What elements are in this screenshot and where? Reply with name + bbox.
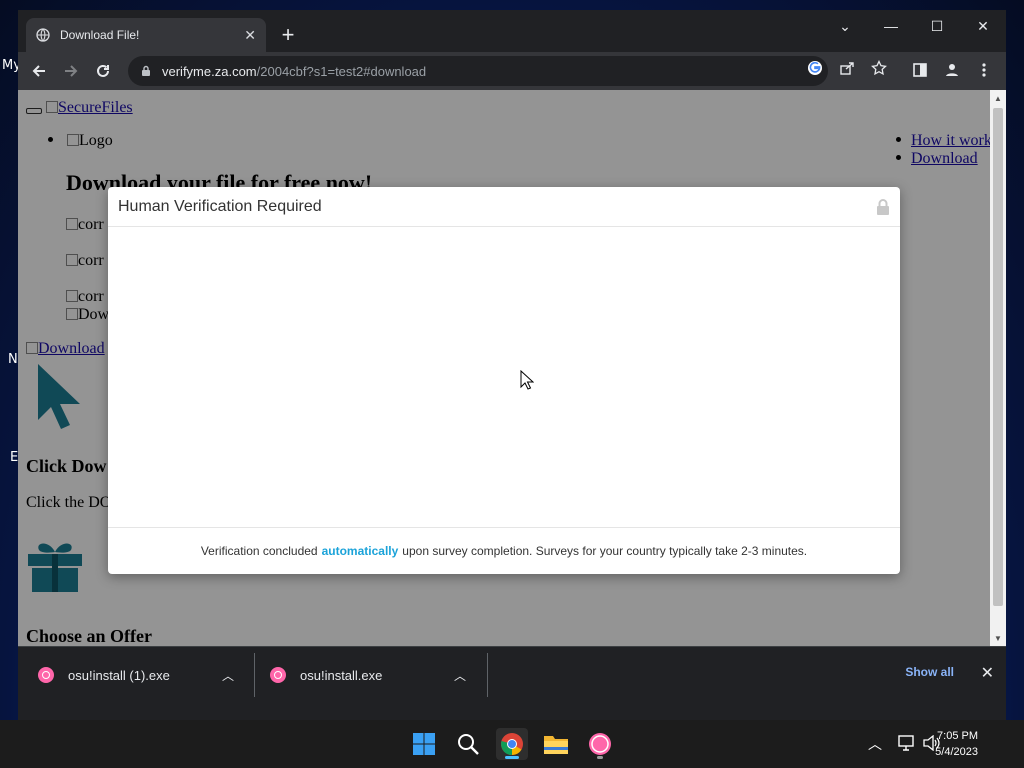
show-all-downloads-button[interactable]: Show all <box>905 665 954 679</box>
download-filename: osu!install.exe <box>300 667 383 683</box>
taskbar: ︿ 7:05 PM 5/4/2023 <box>0 720 1024 768</box>
scroll-down-icon[interactable]: ▼ <box>990 630 1006 646</box>
modal-footer: Verification concluded automatically upo… <box>108 527 900 573</box>
padlock-icon <box>877 198 889 215</box>
modal-title: Human Verification Required <box>118 197 322 215</box>
browser-toolbar: verifyme.za.com/2004cbf?s1=test2#downloa… <box>18 52 1006 90</box>
download-shelf: osu!install (1).exe ︿ osu!install.exe ︿ … <box>18 646 1006 702</box>
osu-icon <box>589 733 611 755</box>
scroll-up-icon[interactable]: ▲ <box>990 90 1006 106</box>
download-item[interactable]: osu!install.exe ︿ <box>270 655 470 695</box>
network-icon[interactable] <box>898 735 916 751</box>
browser-window: Download File! ✕ + ⌄ — ☐ ✕ verifyme.za.c… <box>18 10 1006 720</box>
footer-text-start: Verification concluded <box>200 543 318 558</box>
url-host: verifyme.za.com <box>162 63 257 79</box>
close-tab-icon[interactable]: ✕ <box>244 27 256 44</box>
arrow-left-icon <box>32 65 45 77</box>
bookmark-star-icon[interactable] <box>870 59 888 77</box>
osu-taskbar-button[interactable] <box>584 728 616 760</box>
back-button[interactable] <box>28 60 50 82</box>
modal-body <box>108 227 900 527</box>
tab-search-button[interactable]: ⌄ <box>822 10 868 42</box>
url-path: /2004cbf?s1=test2#download <box>256 63 427 79</box>
reload-icon <box>97 64 109 77</box>
lock-icon[interactable] <box>140 65 152 77</box>
chrome-taskbar-button[interactable] <box>496 728 528 760</box>
desktop-icon-label[interactable]: N <box>8 352 18 367</box>
new-tab-button[interactable]: + <box>276 24 300 48</box>
windows-logo-icon <box>413 733 435 755</box>
download-filename: osu!install (1).exe <box>68 667 170 683</box>
tab-strip: Download File! ✕ + ⌄ — ☐ ✕ <box>18 10 1006 52</box>
search-button[interactable] <box>452 728 484 760</box>
clock-time: 7:05 PM <box>937 730 978 742</box>
forward-button[interactable] <box>60 60 82 82</box>
tab-download-file[interactable]: Download File! ✕ <box>26 18 266 52</box>
shelf-divider <box>487 653 488 697</box>
osu-file-icon <box>38 667 54 683</box>
web-page: SecureFiles Logo How it work Download Do… <box>18 90 992 646</box>
footer-text-end: upon survey completion. Surveys for your… <box>402 543 808 558</box>
modal-header: Human Verification Required <box>108 187 900 227</box>
share-icon[interactable] <box>838 59 856 77</box>
page-scrollbar[interactable]: ▲ ▼ <box>990 90 1006 646</box>
shelf-divider <box>254 653 255 697</box>
chrome-icon <box>501 733 523 755</box>
chevron-up-icon[interactable]: ︿ <box>450 667 470 684</box>
tray-overflow-chevron-icon[interactable]: ︿ <box>868 734 882 754</box>
system-clock[interactable]: 7:05 PM 5/4/2023 <box>935 728 978 760</box>
folder-icon <box>544 736 568 754</box>
osu-file-icon <box>270 667 286 683</box>
tab-title: Download File! <box>60 28 140 42</box>
clock-date: 5/4/2023 <box>935 746 978 758</box>
verification-modal: Human Verification Required Verification… <box>108 187 900 574</box>
file-explorer-button[interactable] <box>540 728 572 760</box>
active-app-indicator <box>505 756 519 759</box>
address-bar[interactable]: verifyme.za.com/2004cbf?s1=test2#downloa… <box>128 56 828 86</box>
mouse-cursor-icon <box>520 370 534 390</box>
profile-icon[interactable] <box>942 60 962 80</box>
menu-kebab-icon[interactable] <box>974 60 994 80</box>
reload-button[interactable] <box>92 60 114 82</box>
download-item[interactable]: osu!install (1).exe ︿ <box>38 655 238 695</box>
maximize-button[interactable]: ☐ <box>914 10 960 42</box>
scroll-thumb[interactable] <box>993 108 1003 606</box>
arrow-right-icon <box>65 65 78 77</box>
side-panel-icon[interactable] <box>910 60 930 80</box>
start-button[interactable] <box>408 728 440 760</box>
close-window-button[interactable]: ✕ <box>960 10 1006 42</box>
desktop-icon-label[interactable]: E <box>10 450 18 465</box>
minimize-button[interactable]: — <box>868 10 914 42</box>
close-shelf-icon[interactable]: ✕ <box>981 663 994 683</box>
search-icon <box>458 734 479 755</box>
globe-icon <box>36 28 50 42</box>
running-app-indicator <box>597 756 603 759</box>
chevron-up-icon[interactable]: ︿ <box>218 667 238 684</box>
footer-highlight: automatically <box>321 543 399 558</box>
page-viewport: SecureFiles Logo How it work Download Do… <box>18 90 1006 646</box>
google-lens-icon[interactable] <box>806 59 824 77</box>
